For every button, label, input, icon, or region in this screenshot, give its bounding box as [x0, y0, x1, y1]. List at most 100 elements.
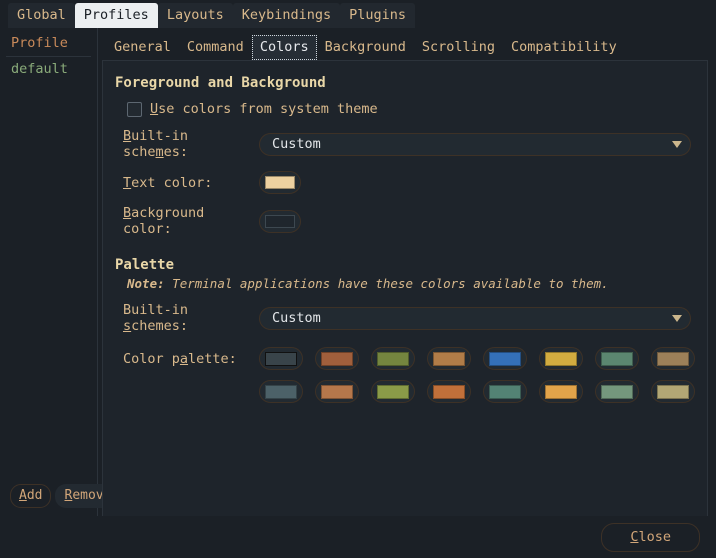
text-color-mnemonic: T: [123, 174, 132, 191]
colors-page: Foreground and Background Use colors fro…: [102, 60, 708, 516]
palette-builtin-mnemonic: s: [123, 318, 132, 334]
tab-layouts[interactable]: Layouts: [157, 3, 233, 28]
palette-color-swatch-11: [433, 384, 465, 399]
use-system-theme-checkbox[interactable]: [127, 101, 142, 117]
tab-compatibility[interactable]: Compatibility: [503, 35, 625, 60]
fg-builtin-schemes-value: Custom: [272, 136, 321, 152]
tab-plugins-label: Plugins: [349, 7, 407, 23]
palette-builtin-schemes-dropdown[interactable]: Custom: [259, 306, 691, 330]
palette-color-button-0[interactable]: [259, 347, 303, 370]
palette-color-swatch-1: [321, 351, 353, 366]
color-palette-row-2: [259, 380, 695, 403]
palette-color-button-3[interactable]: [427, 347, 471, 370]
tab-command[interactable]: Command: [179, 35, 252, 60]
color-palette-row: Color palette:: [103, 347, 707, 403]
tab-general[interactable]: General: [106, 35, 179, 60]
text-color-swatch: [265, 176, 295, 189]
background-color-button[interactable]: [259, 209, 301, 233]
profile-settings-panel: General Command Colors Background Scroll…: [98, 28, 716, 516]
fg-builtin-mnemonic: m: [155, 144, 164, 160]
palette-color-swatch-7: [657, 351, 689, 366]
palette-color-button-8[interactable]: [259, 380, 303, 403]
background-color-label-rest: ackground color:: [123, 205, 205, 237]
use-system-theme-row[interactable]: Use colors from system theme: [103, 101, 707, 117]
palette-color-swatch-4: [489, 351, 521, 366]
tab-keybindings[interactable]: Keybindings: [232, 3, 341, 28]
palette-note-text: Terminal applications have these colors …: [164, 276, 609, 291]
color-palette-label-end: lette:: [188, 351, 237, 367]
palette-color-swatch-0: [265, 351, 297, 366]
text-color-row: Text color:: [103, 171, 707, 194]
palette-color-button-14[interactable]: [595, 380, 639, 403]
palette-color-button-13[interactable]: [539, 380, 583, 403]
palette-note-prefix: Note:: [127, 276, 165, 291]
close-button-rest: lose: [638, 528, 671, 545]
palette-builtin-schemes-label: Built-in schemes:: [123, 302, 259, 334]
palette-color-swatch-8: [265, 384, 297, 399]
palette-color-swatch-6: [601, 351, 633, 366]
palette-color-swatch-14: [601, 384, 633, 399]
palette-color-button-6[interactable]: [595, 347, 639, 370]
palette-color-button-2[interactable]: [371, 347, 415, 370]
sidebar-header: Profile: [11, 35, 68, 51]
tab-scrolling[interactable]: Scrolling: [414, 35, 503, 60]
add-button-rest: dd: [26, 488, 43, 503]
foreground-section-title: Foreground and Background: [115, 75, 326, 91]
palette-color-swatch-15: [657, 384, 689, 399]
palette-builtin-label-start: Built-in: [123, 302, 189, 318]
palette-color-swatch-12: [489, 384, 521, 399]
palette-color-swatch-10: [377, 384, 409, 399]
fg-builtin-label-end: es:: [163, 144, 189, 160]
palette-color-button-9[interactable]: [315, 380, 359, 403]
palette-color-button-5[interactable]: [539, 347, 583, 370]
tab-background-label: Background: [324, 39, 406, 55]
tab-compatibility-label: Compatibility: [511, 39, 617, 55]
palette-color-button-12[interactable]: [483, 380, 527, 403]
palette-color-button-10[interactable]: [371, 380, 415, 403]
tab-general-label: General: [114, 39, 171, 55]
sidebar-item-default-label: default: [11, 61, 68, 77]
fg-builtin-schemes-row: Built-in schemes: Custom: [103, 128, 707, 160]
background-color-label: Background color:: [123, 205, 259, 237]
preferences-window: Global Profiles Layouts Keybindings Plug…: [0, 0, 716, 558]
chevron-down-icon: [672, 314, 682, 322]
add-profile-button[interactable]: Add: [10, 484, 52, 508]
tab-profiles-label: Profiles: [83, 7, 149, 23]
palette-color-button-11[interactable]: [427, 380, 471, 403]
palette-color-button-1[interactable]: [315, 347, 359, 370]
sidebar-actions: Add Remove: [0, 484, 121, 516]
palette-note: Note: Terminal applications have these c…: [103, 273, 707, 291]
fg-builtin-schemes-label: Built-in schemes:: [123, 128, 259, 160]
palette-color-button-15[interactable]: [651, 380, 695, 403]
sidebar-item-default[interactable]: default: [0, 57, 97, 81]
tab-layouts-label: Layouts: [166, 7, 224, 23]
use-system-theme-label: Use colors from system theme: [150, 101, 378, 117]
color-palette-mnemonic: a: [179, 351, 189, 367]
tab-background[interactable]: Background: [317, 35, 414, 60]
palette-color-swatch-2: [377, 351, 409, 366]
text-color-label-rest: ext color:: [131, 174, 213, 191]
text-color-button[interactable]: [259, 171, 301, 194]
palette-color-button-7[interactable]: [651, 347, 695, 370]
palette-builtin-schemes-value: Custom: [272, 310, 321, 326]
close-button[interactable]: Close: [601, 522, 700, 552]
background-color-swatch: [265, 214, 295, 228]
palette-color-swatch-5: [545, 351, 577, 366]
palette-color-button-4[interactable]: [483, 347, 527, 370]
color-palette-grid: [259, 347, 695, 403]
tab-command-label: Command: [186, 39, 244, 55]
tab-plugins[interactable]: Plugins: [340, 3, 416, 28]
profile-sidebar: Profile default Add Remove: [0, 28, 121, 516]
text-color-label: Text color:: [123, 175, 259, 191]
tab-colors[interactable]: Colors: [251, 35, 317, 60]
dialog-footer: Close: [0, 516, 716, 558]
tab-global[interactable]: Global: [8, 3, 75, 28]
palette-builtin-schemes-row: Built-in schemes: Custom: [103, 302, 707, 334]
palette-builtin-label-end: chemes:: [131, 318, 189, 334]
fg-builtin-schemes-dropdown[interactable]: Custom: [259, 132, 691, 156]
tab-global-label: Global: [17, 7, 66, 23]
body-row: Profile default Add Remove General Comma…: [0, 28, 716, 516]
palette-section-title: Palette: [115, 257, 175, 273]
tab-profiles[interactable]: Profiles: [74, 3, 158, 28]
